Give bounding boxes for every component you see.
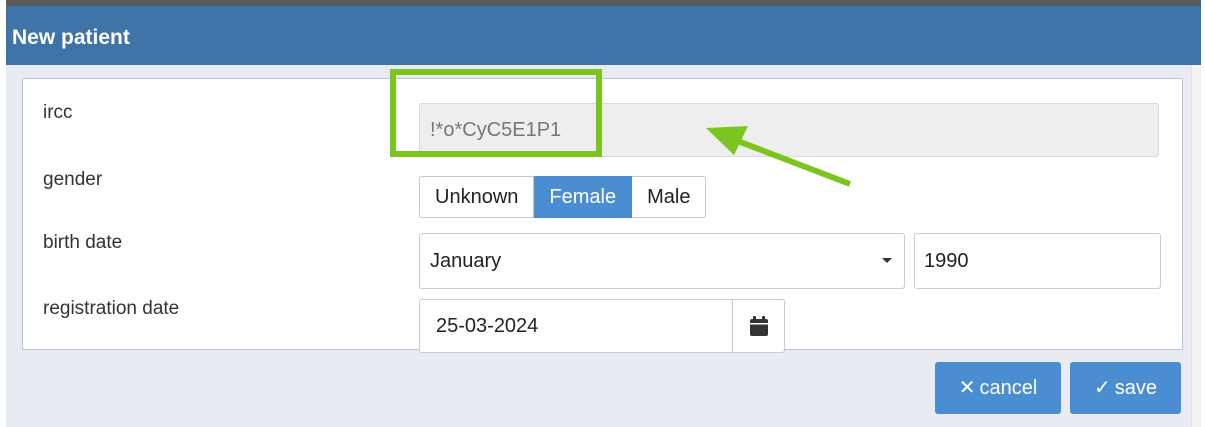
close-icon: ✕ bbox=[958, 377, 976, 399]
dialog-title: New patient bbox=[12, 26, 130, 49]
save-button[interactable]: ✓ save bbox=[1070, 362, 1181, 414]
birth-year-field[interactable]: 1990 bbox=[914, 233, 1161, 289]
birth-date-label: birth date bbox=[43, 232, 123, 253]
birth-month-select[interactable]: January bbox=[419, 233, 905, 289]
patient-form-panel: ircc !*o*CyC5E1P1 gender Unknown Female … bbox=[22, 78, 1183, 353]
dialog-titlebar: New patient bbox=[6, 6, 1201, 65]
new-patient-dialog: New patient ircc !*o*CyC5E1P1 gender Unk… bbox=[6, 0, 1201, 427]
registration-date-field[interactable]: 25-03-2024 bbox=[419, 299, 733, 353]
save-label: save bbox=[1114, 377, 1157, 399]
check-icon: ✓ bbox=[1093, 377, 1111, 399]
birth-month-value: January bbox=[430, 250, 502, 272]
gender-label: gender bbox=[43, 169, 103, 190]
dialog-body: ircc !*o*CyC5E1P1 gender Unknown Female … bbox=[6, 65, 1201, 427]
ircc-field[interactable]: !*o*CyC5E1P1 bbox=[419, 103, 1159, 157]
ircc-label: ircc bbox=[43, 102, 73, 123]
gender-option-female[interactable]: Female bbox=[534, 176, 633, 218]
registration-date-label: registration date bbox=[43, 298, 180, 319]
cancel-button[interactable]: ✕ cancel bbox=[935, 362, 1061, 414]
gender-option-unknown[interactable]: Unknown bbox=[419, 176, 535, 218]
cancel-label: cancel bbox=[979, 377, 1038, 399]
calendar-button[interactable] bbox=[732, 299, 785, 353]
gender-toggle-group: Unknown Female Male bbox=[419, 176, 707, 218]
calendar-icon bbox=[750, 316, 768, 336]
scrollbar[interactable] bbox=[1191, 65, 1201, 427]
gender-option-male[interactable]: Male bbox=[632, 176, 707, 218]
chevron-down-icon bbox=[882, 258, 892, 263]
